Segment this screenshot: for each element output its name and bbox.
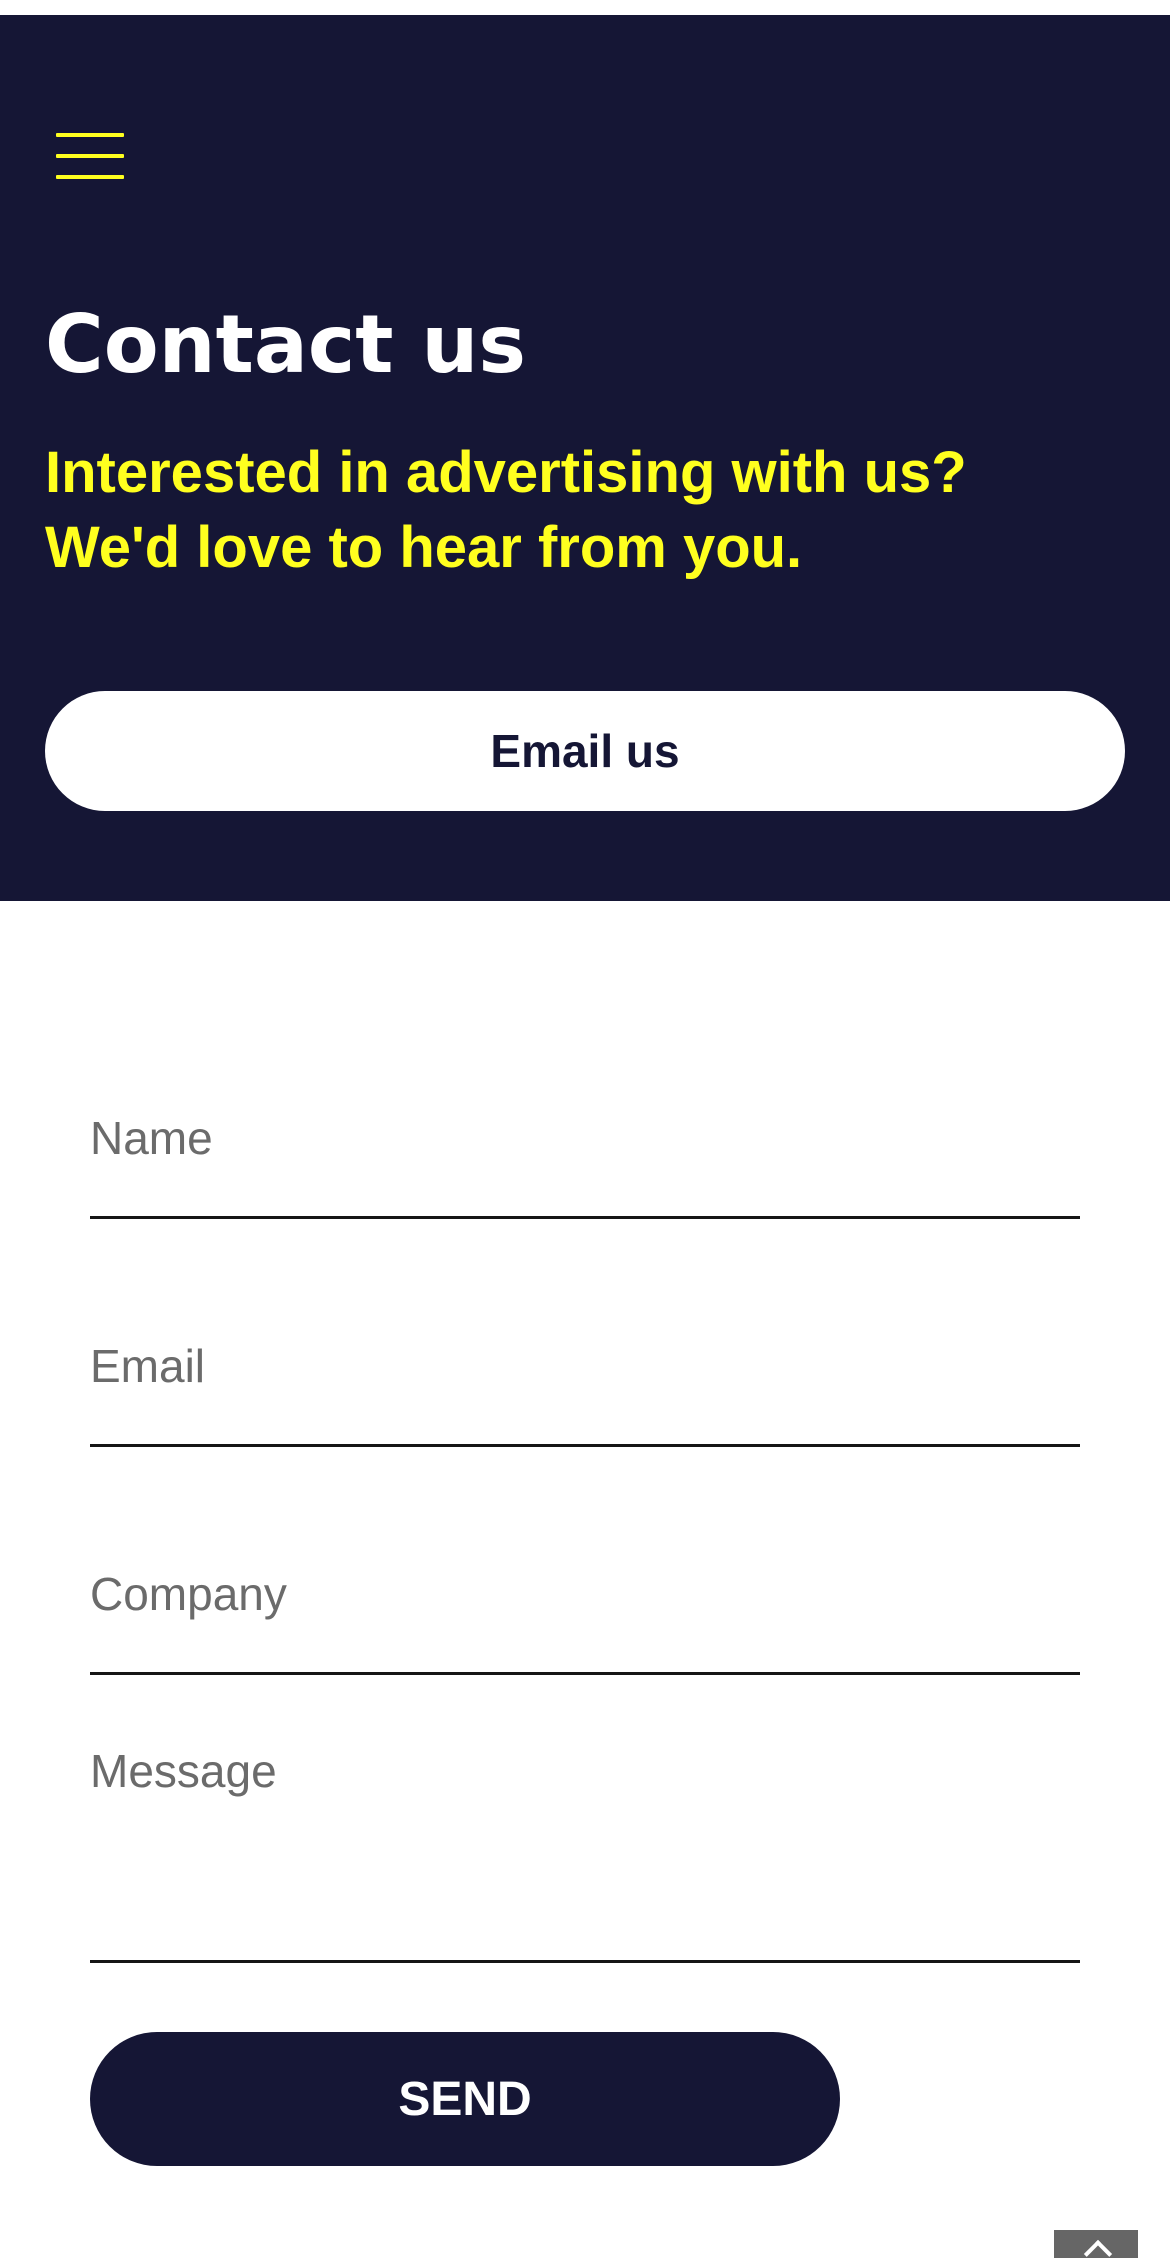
send-button[interactable]: SEND — [90, 2032, 840, 2166]
menu-bar — [56, 133, 124, 137]
hero-subtitle-line1: Interested in advertising with us? — [45, 440, 967, 505]
name-field[interactable] — [90, 1010, 1080, 1216]
page-title: Contact us — [45, 298, 526, 391]
message-field-wrapper — [90, 1694, 1080, 1963]
menu-bar — [56, 175, 124, 179]
scroll-to-top-button[interactable] — [1054, 2230, 1138, 2258]
name-field-wrapper — [90, 1010, 1080, 1219]
top-edge — [0, 0, 1170, 15]
email-field[interactable] — [90, 1238, 1080, 1444]
message-field[interactable] — [90, 1694, 1080, 1960]
menu-bar — [56, 154, 124, 158]
email-us-button[interactable]: Email us — [45, 691, 1125, 811]
chevron-up-icon — [1083, 2239, 1113, 2258]
hamburger-menu-icon[interactable] — [56, 133, 124, 181]
hero-subtitle: Interested in advertising with us? We'd … — [45, 435, 1125, 585]
company-field[interactable] — [90, 1466, 1080, 1672]
company-field-wrapper — [90, 1466, 1080, 1675]
email-field-wrapper — [90, 1238, 1080, 1447]
hero-subtitle-line2: We'd love to hear from you. — [45, 515, 803, 580]
contact-hero: Contact us Interested in advertising wit… — [0, 15, 1170, 901]
